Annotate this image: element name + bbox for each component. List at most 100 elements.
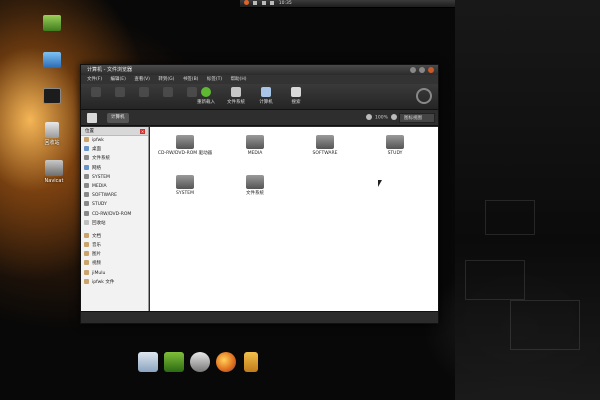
breadcrumb-computer[interactable]: 计算机 (107, 113, 129, 123)
maximize-icon[interactable] (419, 67, 425, 73)
drive-icon (246, 135, 264, 149)
location-toggle-icon[interactable] (87, 113, 97, 123)
archive-dock-icon[interactable] (244, 352, 258, 372)
view-mode-select[interactable]: 图标视图 (399, 113, 435, 123)
zoom-out-icon[interactable] (366, 114, 372, 120)
network-icon (84, 164, 89, 170)
folder-icon (84, 260, 89, 266)
sidebar-item-jimulu[interactable]: jiMulu (81, 269, 148, 278)
sidebar-item-pictures[interactable]: 图片 (81, 250, 148, 259)
menu-edit[interactable]: 编辑(E) (111, 77, 126, 82)
sidebar-item-study[interactable]: STUDY (81, 200, 148, 209)
forward-arrow-icon (115, 87, 125, 97)
menu-file[interactable]: 文件(F) (87, 77, 102, 82)
sidebar-item-desktop[interactable]: 桌面 (81, 145, 148, 154)
desktop-icon-book[interactable] (32, 15, 72, 33)
folder-icon (84, 232, 89, 238)
network-icon[interactable] (261, 0, 266, 5)
back-button[interactable] (83, 87, 109, 99)
drive-icon (84, 182, 89, 188)
zoom-in-icon[interactable] (390, 114, 397, 120)
filesystem-icon (84, 155, 89, 161)
app-dock-icon[interactable] (164, 352, 184, 372)
navicat-icon (45, 160, 63, 176)
search-button[interactable]: 搜索 (283, 87, 309, 105)
desktop-icon-trash[interactable]: 回收站 (32, 122, 72, 146)
film-frame (510, 300, 580, 350)
location-bar: 计算机 100% 图标视图 (81, 110, 438, 126)
desktop-icon-network[interactable] (32, 52, 72, 70)
menu-view[interactable]: 查看(V) (134, 77, 150, 82)
dock (132, 349, 272, 376)
mail-icon[interactable] (253, 0, 258, 5)
drive-icon (84, 201, 89, 207)
firefox-dock-icon[interactable] (216, 352, 236, 372)
menubar: 文件(F) 编辑(E) 查看(V) 转到(G) 书签(B) 标签(T) 帮助(H… (81, 75, 438, 84)
forward-button[interactable] (107, 87, 133, 99)
reload-button[interactable]: 重新载入 (193, 87, 219, 105)
computer-button[interactable]: 计算机 (253, 87, 279, 105)
optical-drive-icon (84, 210, 89, 216)
back-arrow-icon (91, 87, 101, 97)
desktop-icon-terminal[interactable] (32, 88, 72, 106)
film-frame (485, 200, 535, 235)
sidebar-item-network[interactable]: 网络 (81, 164, 148, 173)
ubuntu-icon[interactable] (244, 0, 249, 5)
sidebar-item-media[interactable]: MEDIA (81, 182, 148, 191)
folder-icon (84, 242, 89, 248)
sidebar-header[interactable]: 位置 × (81, 127, 148, 136)
file-item-filesystem[interactable]: 文件系统 (226, 175, 284, 197)
folder-icon (84, 278, 89, 284)
close-icon[interactable] (428, 67, 434, 73)
sidebar-item-videos[interactable]: 视频 (81, 259, 148, 268)
sidebar-item-music[interactable]: 音乐 (81, 241, 148, 250)
top-panel: 10:35 (240, 0, 455, 8)
file-item-study[interactable]: STUDY (366, 135, 424, 157)
reload-icon (201, 87, 211, 97)
sidebar-item-filesystem[interactable]: 文件系统 (81, 154, 148, 163)
sidebar-item-user-files[interactable]: ipfwk 文件 (81, 278, 148, 287)
trash-icon (45, 122, 59, 138)
clock[interactable]: 10:35 (279, 1, 292, 6)
up-arrow-icon (139, 87, 149, 97)
file-item-software[interactable]: SOFTWARE (296, 135, 354, 157)
menu-help[interactable]: 帮助(H) (231, 77, 247, 82)
window-titlebar[interactable]: 计算机 - 文件浏览器 (81, 65, 438, 75)
minimize-icon[interactable] (410, 67, 416, 73)
volume-icon[interactable] (270, 0, 275, 5)
file-view: CD-RW/DVD-ROM 驱动器 MEDIA SOFTWARE STUDY S… (150, 127, 438, 313)
menu-go[interactable]: 转到(G) (158, 77, 174, 82)
file-item-media[interactable]: MEDIA (226, 135, 284, 157)
drive-icon (84, 173, 89, 179)
sidebar-item-system[interactable]: SYSTEM (81, 173, 148, 182)
stop-button[interactable] (155, 87, 181, 99)
filesystem-button[interactable]: 文件系统 (223, 87, 249, 105)
up-button[interactable] (131, 87, 157, 99)
file-item-system[interactable]: SYSTEM (156, 175, 214, 197)
menu-bookmarks[interactable]: 书签(B) (183, 77, 199, 82)
menu-tabs[interactable]: 标签(T) (207, 77, 222, 82)
sidebar-item-software[interactable]: SOFTWARE (81, 191, 148, 200)
computer-icon (261, 87, 271, 97)
sidebar-item-documents[interactable]: 文档 (81, 232, 148, 241)
mouse-pointer-icon (378, 180, 382, 187)
filesystem-icon (231, 87, 241, 97)
zoom-level: 100% (375, 115, 388, 121)
sidebar-item-trash[interactable]: 回收站 (81, 219, 148, 228)
window-title: 计算机 - 文件浏览器 (87, 67, 132, 73)
terminal-icon (43, 88, 61, 104)
file-item-cdrom[interactable]: CD-RW/DVD-ROM 驱动器 (156, 135, 214, 157)
desktop: 10:35 回收站 Navicat 计算机 - 文件浏览器 文件(F) 编辑(E… (0, 0, 600, 400)
file-manager-dock-icon[interactable] (138, 352, 158, 372)
folder-icon (84, 269, 89, 275)
zoom-control: 100% (363, 114, 400, 123)
folder-icon (84, 251, 89, 257)
sidebar-close-icon[interactable]: × (140, 129, 145, 134)
network-share-icon (43, 52, 61, 68)
settings-dock-icon[interactable] (190, 352, 210, 372)
sidebar-item-cdrom[interactable]: CD-RW/DVD-ROM (81, 210, 148, 219)
drive-icon (316, 135, 334, 149)
search-icon (291, 87, 301, 97)
desktop-icon-navicat[interactable]: Navicat (32, 160, 76, 184)
sidebar-item-home[interactable]: ipfwk (81, 136, 148, 145)
